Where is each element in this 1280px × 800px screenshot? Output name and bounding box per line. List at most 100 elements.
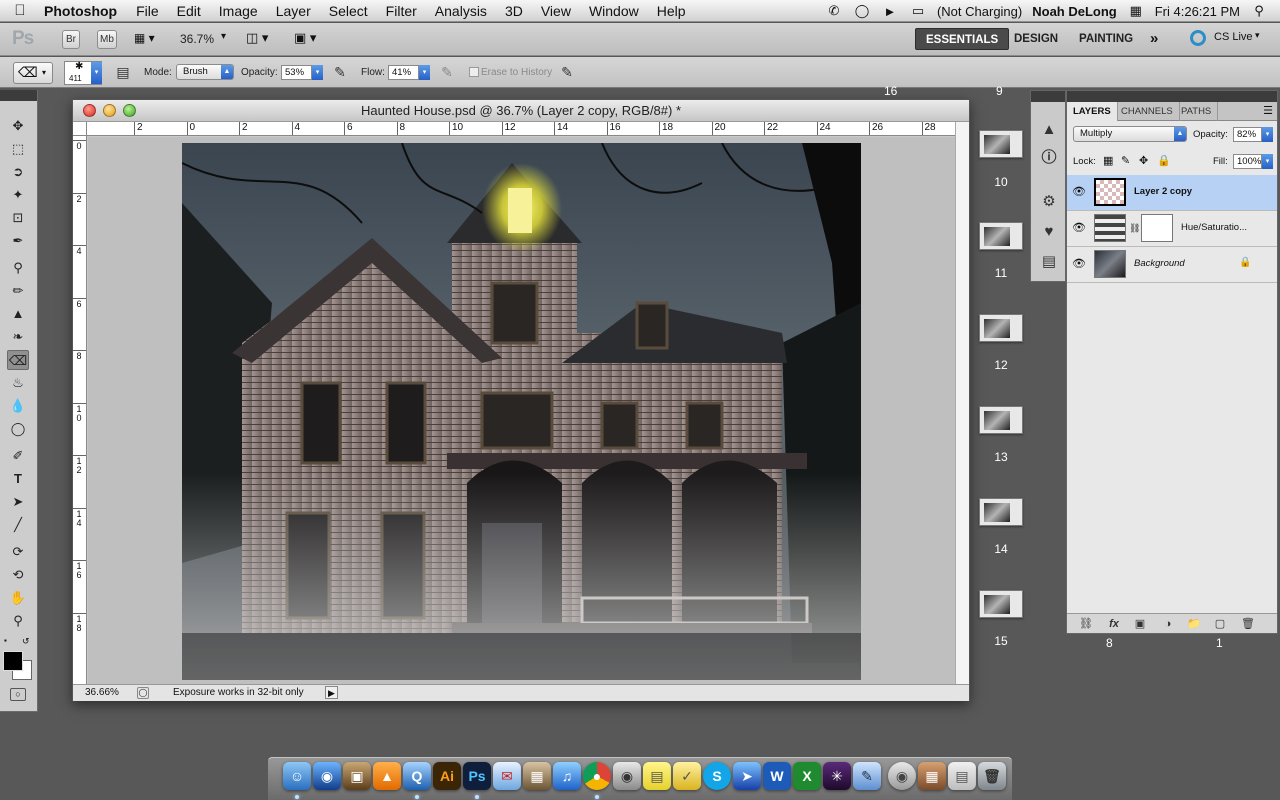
brush-preset-picker[interactable]: ✱ 411 ▾ <box>64 61 102 85</box>
hand-tool-icon[interactable]: ✋ <box>7 588 29 608</box>
flow-field[interactable]: 41% <box>388 65 419 80</box>
opacity-slider-toggle[interactable]: ▾ <box>312 65 323 80</box>
tab-paths[interactable]: PATHS <box>1175 102 1219 121</box>
workspace-essentials[interactable]: ESSENTIALS <box>915 28 1010 50</box>
erase-to-history-checkbox[interactable] <box>469 67 479 77</box>
layer-row[interactable]: 👁 Layer 2 copy <box>1067 175 1277 211</box>
dashboard-icon[interactable]: ◉ <box>313 762 341 790</box>
new-layer-icon[interactable]: ▢ <box>1211 616 1229 632</box>
layer-opacity-field[interactable]: 82% <box>1233 127 1262 142</box>
user-name[interactable]: Noah DeLong <box>1032 4 1117 19</box>
battery-icon[interactable]: ▭ <box>909 3 927 19</box>
tab-layers[interactable]: LAYERS <box>1067 102 1118 121</box>
lock-transparent-icon[interactable]: ▦ <box>1103 154 1113 167</box>
trash-icon[interactable]: 🗑 <box>978 762 1006 790</box>
opacity-field[interactable]: 53% <box>281 65 312 80</box>
swap-colors-icon[interactable]: ↺ <box>22 636 30 647</box>
zoom-chevron-icon[interactable]: ▾ <box>221 31 226 42</box>
layer-name[interactable]: Background <box>1134 258 1185 269</box>
healing-brush-tool-icon[interactable]: ⚲ <box>7 258 29 278</box>
volume-icon[interactable]: ► <box>881 4 899 19</box>
zoom-button[interactable] <box>123 104 136 117</box>
3d-orbit-tool-icon[interactable]: ⟲ <box>7 565 29 585</box>
menu-edit[interactable]: Edit <box>168 3 210 19</box>
finder-icon[interactable]: ☺ <box>283 762 311 790</box>
history-snapshot-thumb[interactable] <box>979 590 1023 618</box>
document-title-bar[interactable]: Haunted House.psd @ 36.7% (Layer 2 copy,… <box>73 100 969 122</box>
menu-image[interactable]: Image <box>210 3 267 19</box>
screenshot-icon[interactable]: ◉ <box>613 762 641 790</box>
eraser-tool-icon[interactable]: ⌫ <box>7 350 29 370</box>
blend-mode-select[interactable]: Multiply ▲ <box>1073 126 1187 142</box>
info-icon[interactable]: ⓘ <box>1038 147 1060 169</box>
word-icon[interactable]: W <box>763 762 791 790</box>
disk-utility-icon[interactable]: ◉ <box>888 762 916 790</box>
history-snapshot-thumb[interactable] <box>979 314 1023 342</box>
tablet-pressure-opacity-icon[interactable]: ✎ <box>331 63 349 81</box>
history-snapshot-thumb[interactable] <box>979 222 1023 250</box>
phone-icon[interactable]: ✆ <box>825 3 843 19</box>
tab-channels[interactable]: CHANNELS <box>1115 102 1180 121</box>
move-tool-icon[interactable]: ✥ <box>7 116 29 136</box>
ruler-origin[interactable] <box>73 122 87 136</box>
layer-opacity-slider-toggle[interactable]: ▾ <box>1262 127 1273 142</box>
paint-bucket-tool-icon[interactable]: ♨ <box>7 373 29 393</box>
aperture-icon[interactable]: ✳ <box>823 762 851 790</box>
zoom-tool-icon[interactable]: ⚲ <box>7 611 29 631</box>
calendar-icon[interactable]: ▦ <box>1127 3 1145 19</box>
menu-analysis[interactable]: Analysis <box>426 3 496 19</box>
photoshop-dock-icon[interactable]: Ps <box>463 762 491 790</box>
menu-help[interactable]: Help <box>648 3 695 19</box>
path-selection-tool-icon[interactable]: ➤ <box>7 492 29 512</box>
arrange-documents-dropdown[interactable]: ◫ ▾ <box>246 30 280 46</box>
adjustments-icon[interactable]: ⚙ <box>1038 191 1060 213</box>
chrome-icon[interactable]: ● <box>583 762 611 790</box>
add-mask-icon[interactable]: ▣ <box>1131 616 1149 632</box>
layer-row[interactable]: 👁 Background 🔒 <box>1067 247 1277 283</box>
layer-name[interactable]: Layer 2 copy <box>1134 186 1192 197</box>
battery-status[interactable]: (Not Charging) <box>937 4 1022 19</box>
menu-layer[interactable]: Layer <box>267 3 320 19</box>
panel-menu-icon[interactable]: ☰ <box>1263 102 1273 121</box>
photos-folder-icon[interactable]: ▦ <box>918 762 946 790</box>
lock-all-icon[interactable]: 🔒 <box>1157 154 1171 167</box>
foreground-color-swatch[interactable] <box>3 651 23 671</box>
quicktime-icon[interactable]: Q <box>403 762 431 790</box>
view-extras-dropdown[interactable]: ▦ ▾ <box>134 31 164 45</box>
history-snapshot-thumb[interactable] <box>979 406 1023 434</box>
visibility-eye-icon[interactable]: 👁 <box>1071 185 1087 199</box>
workspace-design[interactable]: DESIGN <box>1004 28 1068 50</box>
menu-filter[interactable]: Filter <box>377 3 426 19</box>
layer-name[interactable]: Hue/Saturatio... <box>1181 222 1247 233</box>
itunes-icon[interactable]: ♫ <box>553 762 581 790</box>
lasso-tool-icon[interactable]: ➲ <box>7 162 29 182</box>
menu-select[interactable]: Select <box>320 3 377 19</box>
lock-image-icon[interactable]: ✎ <box>1121 154 1130 167</box>
pen-tool-icon[interactable]: ✐ <box>7 446 29 466</box>
3d-rotate-tool-icon[interactable]: ⟳ <box>7 542 29 562</box>
type-tool-icon[interactable]: T <box>7 469 29 489</box>
history-snapshot-thumb[interactable] <box>979 498 1023 526</box>
cs-live-icon[interactable] <box>1190 30 1206 46</box>
horizontal-ruler[interactable]: 2 0 2 4 6 8 10 12 14 16 18 20 22 24 26 28 <box>87 122 955 136</box>
flow-slider-toggle[interactable]: ▾ <box>419 65 430 80</box>
skype-icon[interactable]: S <box>703 762 731 790</box>
new-group-icon[interactable]: 📁 <box>1185 616 1203 632</box>
airbrush-icon[interactable]: ✎ <box>438 63 456 81</box>
zoom-percentage-field[interactable]: 36.66% <box>85 685 119 701</box>
bridge-button[interactable]: Br <box>62 30 80 49</box>
cs-live-menu[interactable]: CS Live <box>1214 31 1253 43</box>
marquee-tool-icon[interactable]: ⬚ <box>7 139 29 159</box>
link-layers-icon[interactable]: ⛓ <box>1077 616 1095 632</box>
app-menu[interactable]: Photoshop <box>40 3 127 19</box>
vertical-scrollbar[interactable] <box>955 122 969 684</box>
eyedropper-tool-icon[interactable]: ✒ <box>7 231 29 251</box>
brush-panel-toggle-icon[interactable]: ▤ <box>114 63 132 81</box>
minimize-button[interactable] <box>103 104 116 117</box>
clock[interactable]: Fri 4:26:21 PM <box>1155 4 1240 19</box>
fill-slider-toggle[interactable]: ▾ <box>1262 154 1273 169</box>
history-snapshot-thumb[interactable] <box>979 130 1023 158</box>
layer-style-icon[interactable]: fx <box>1105 616 1123 632</box>
tasks-icon[interactable]: ✓ <box>673 762 701 790</box>
vlc-icon[interactable]: ▲ <box>373 762 401 790</box>
